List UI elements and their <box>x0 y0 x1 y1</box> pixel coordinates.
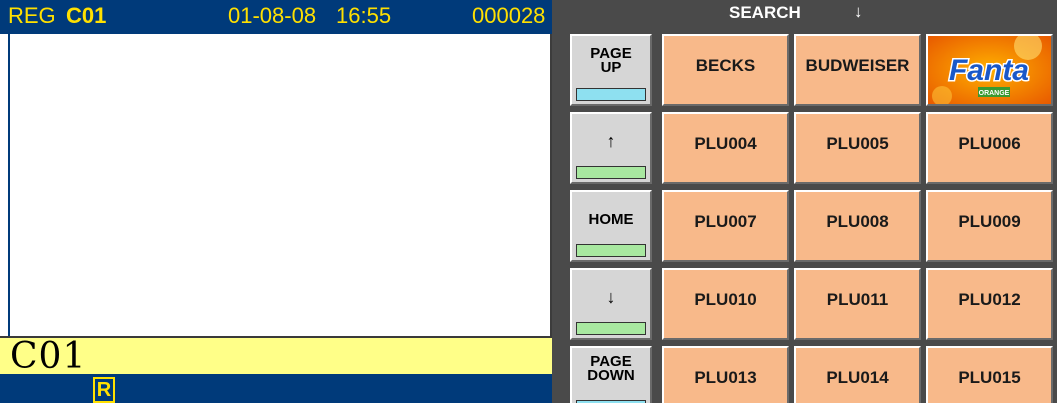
plu-key[interactable]: PLU009 <box>926 190 1053 262</box>
plu-key[interactable]: PLU012 <box>926 268 1053 340</box>
home-button[interactable]: HOME <box>570 190 652 262</box>
plu-key[interactable]: PLU011 <box>794 268 921 340</box>
page-down-label-2: DOWN <box>587 367 635 384</box>
page-up-label-2: UP <box>600 59 622 76</box>
search-header[interactable]: SEARCH ↓ <box>554 0 1057 30</box>
plu-key-label: BECKS <box>695 56 756 75</box>
clerk-code: C01 <box>66 3 107 28</box>
plu-key-becks[interactable]: BECKS <box>662 34 789 106</box>
plu-key-label: BUDWEISER <box>805 56 910 75</box>
date: 01-08-08 <box>228 3 317 28</box>
home-indicator <box>576 244 646 257</box>
receipt-indicator: R <box>93 377 115 403</box>
page-down-button[interactable]: PAGE DOWN <box>570 346 652 403</box>
search-arrow-icon[interactable]: ↓ <box>854 2 863 22</box>
plu-key-label: PLU011 <box>826 290 889 309</box>
plu-key-label: PLU014 <box>826 368 889 387</box>
plu-key[interactable]: PLU008 <box>794 190 921 262</box>
receipt-number: 000028 <box>472 3 546 28</box>
bottom-status-bar: R <box>0 374 552 403</box>
plu-key-label: PLU008 <box>826 212 889 231</box>
plu-key-label: PLU012 <box>958 290 1021 309</box>
plu-key[interactable]: PLU007 <box>662 190 789 262</box>
plu-key[interactable]: PLU010 <box>662 268 789 340</box>
up-arrow-icon: ↑ <box>606 131 616 151</box>
plu-key[interactable]: PLU006 <box>926 112 1053 184</box>
plu-key-label: PLU004 <box>694 134 757 153</box>
register-display: REG C01 01-08-08 16:55 000028 C01 R <box>0 0 552 403</box>
scroll-down-button[interactable]: ↓ <box>570 268 652 340</box>
down-arrow-icon: ↓ <box>606 287 616 307</box>
scroll-up-indicator <box>576 166 646 179</box>
receipt-area <box>8 34 550 336</box>
plu-key[interactable]: PLU005 <box>794 112 921 184</box>
plu-key-label: PLU010 <box>694 290 757 309</box>
plu-key-label: PLU006 <box>958 134 1021 153</box>
plu-key-label: PLU007 <box>694 212 757 231</box>
fanta-logo-icon: Fanta ORANGE <box>928 36 1051 104</box>
search-label[interactable]: SEARCH <box>729 3 801 23</box>
plu-key-fanta[interactable]: Fanta ORANGE <box>926 34 1053 106</box>
plu-key[interactable]: PLU013 <box>662 346 789 403</box>
keyboard-panel: SEARCH ↓ PAGE UP ↑ HOME ↓ PAGE DOWN BECK… <box>554 0 1057 403</box>
scroll-up-button[interactable]: ↑ <box>570 112 652 184</box>
scroll-down-indicator <box>576 322 646 335</box>
plu-key-budweiser[interactable]: BUDWEISER <box>794 34 921 106</box>
page-up-button[interactable]: PAGE UP <box>570 34 652 106</box>
clerk-display: C01 <box>10 336 87 377</box>
page-up-indicator <box>576 88 646 101</box>
plu-key-label: PLU005 <box>826 134 889 153</box>
plu-key-label: PLU009 <box>958 212 1021 231</box>
fanta-sub-text: ORANGE <box>979 90 1010 97</box>
plu-key[interactable]: PLU015 <box>926 346 1053 403</box>
fanta-logo-text: Fanta <box>949 54 1029 87</box>
plu-key-label: PLU015 <box>958 368 1021 387</box>
time: 16:55 <box>336 3 392 28</box>
plu-key-label: PLU013 <box>694 368 757 387</box>
plu-key[interactable]: PLU014 <box>794 346 921 403</box>
status-bar: REG C01 01-08-08 16:55 000028 <box>0 0 552 34</box>
mode-indicator: REG <box>8 3 56 28</box>
home-label: HOME <box>588 211 634 228</box>
clerk-bar: C01 <box>0 336 552 377</box>
plu-key[interactable]: PLU004 <box>662 112 789 184</box>
